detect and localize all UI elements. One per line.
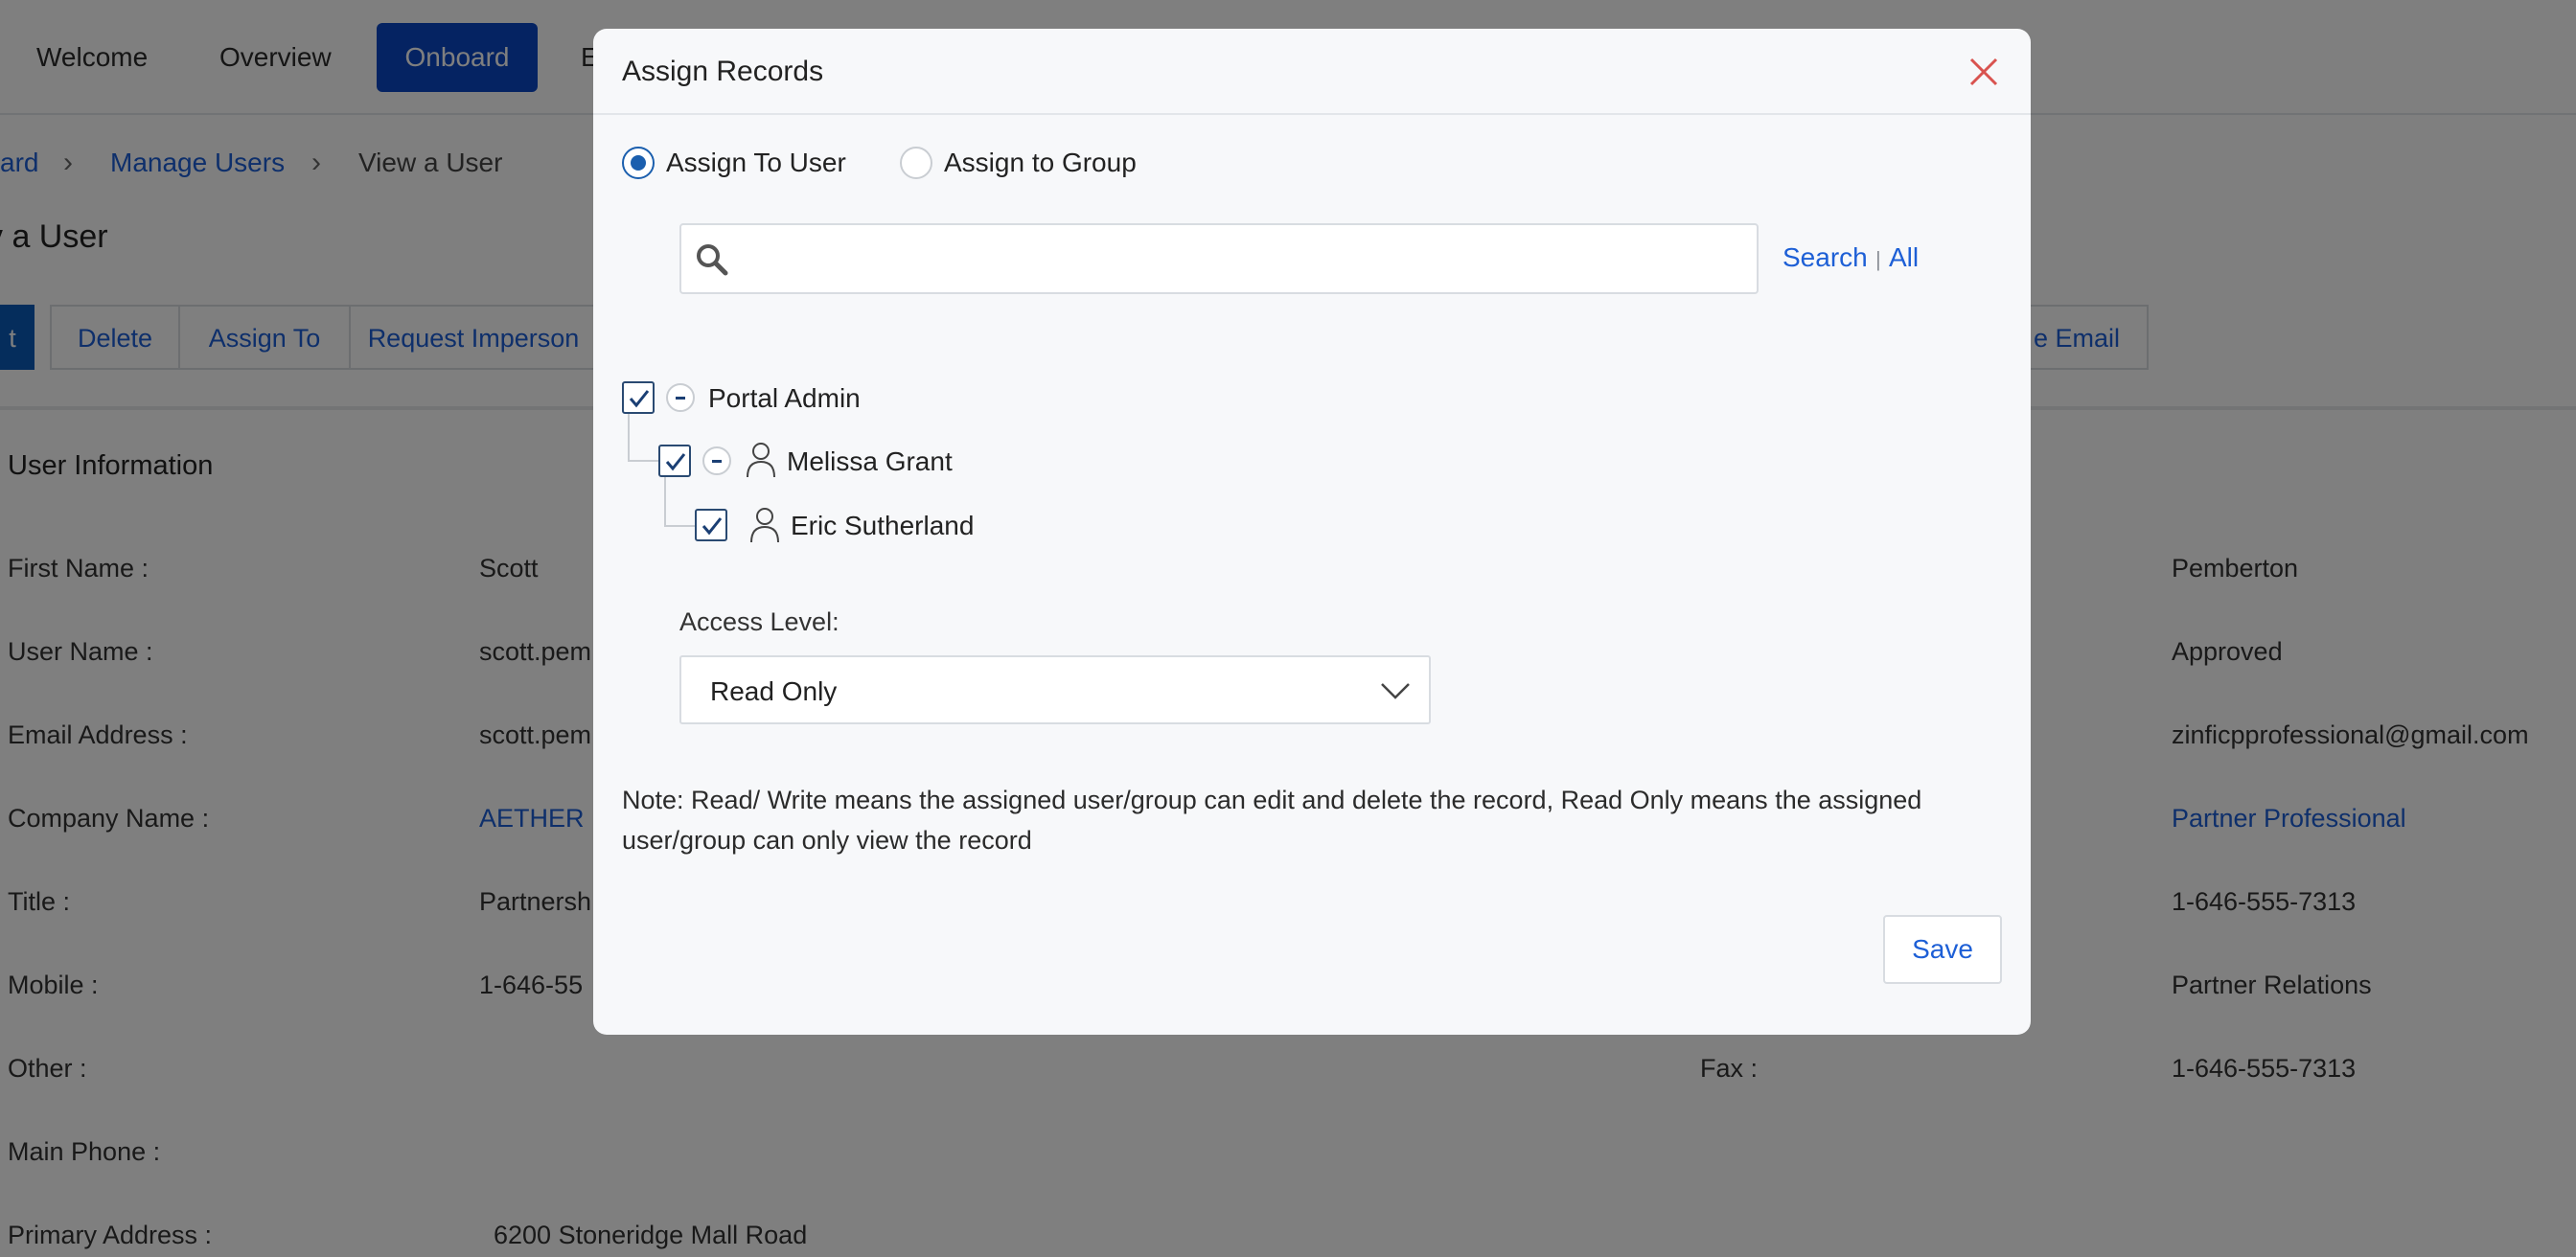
all-button[interactable]: All: [1889, 242, 1919, 273]
access-level-label: Access Level:: [679, 607, 840, 636]
search-box: [679, 223, 1759, 294]
close-icon: [1969, 57, 1998, 86]
search-icon: [697, 244, 728, 276]
search-input[interactable]: [739, 233, 1745, 286]
eric-sutherland-checkbox[interactable]: [695, 509, 727, 541]
assign-to-user-radio[interactable]: [622, 147, 655, 179]
modal-header: Assign Records: [593, 29, 2031, 115]
collapse-toggle[interactable]: [702, 446, 731, 475]
save-button[interactable]: Save: [1883, 915, 2002, 984]
checkmark-icon: [629, 390, 650, 408]
user-icon: [750, 508, 779, 543]
search-button[interactable]: Search: [1782, 242, 1868, 273]
tree-item-melissa-grant: Melissa Grant: [787, 446, 953, 476]
assign-to-user-label[interactable]: Assign To User: [666, 148, 846, 178]
chevron-down-icon: [1381, 683, 1410, 699]
checkmark-icon: [665, 453, 686, 471]
assign-records-modal: Assign Records Assign To User Assign to …: [593, 29, 2031, 1035]
tree-connector: [664, 477, 695, 527]
user-icon: [747, 443, 775, 478]
portal-admin-checkbox[interactable]: [622, 381, 655, 414]
tree-item-portal-admin: Portal Admin: [708, 383, 861, 413]
separator: |: [1875, 247, 1881, 271]
collapse-toggle[interactable]: [666, 383, 695, 412]
assign-to-group-radio[interactable]: [900, 147, 932, 179]
modal-title: Assign Records: [622, 56, 824, 87]
access-level-select[interactable]: Read Only: [679, 655, 1431, 724]
close-button[interactable]: [1966, 54, 2002, 90]
tree-item-eric-sutherland: Eric Sutherland: [791, 511, 975, 540]
assign-to-group-label[interactable]: Assign to Group: [944, 148, 1137, 178]
tree-connector: [628, 414, 658, 462]
access-level-value: Read Only: [710, 676, 838, 706]
checkmark-icon: [702, 517, 723, 536]
access-note: Note: Read/ Write means the assigned use…: [622, 786, 1922, 855]
melissa-grant-checkbox[interactable]: [658, 445, 691, 477]
